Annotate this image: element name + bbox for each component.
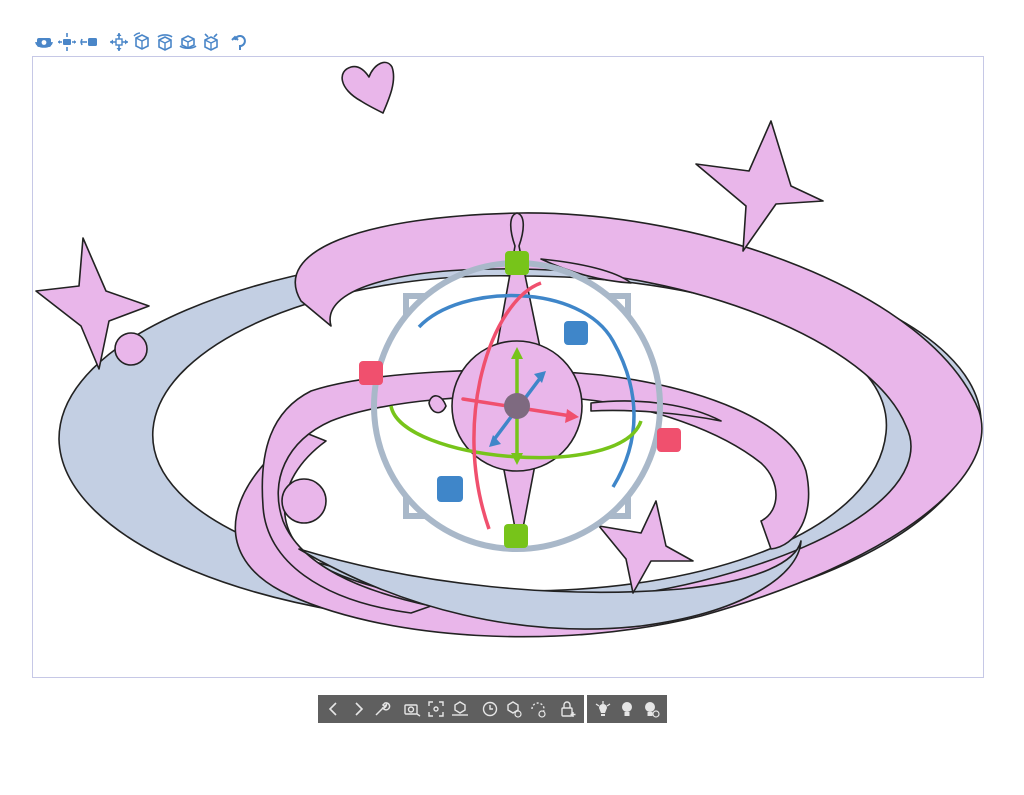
small-planet-mid	[281, 478, 327, 524]
next-icon[interactable]	[346, 697, 370, 721]
lock-icon[interactable]	[556, 697, 580, 721]
small-planet-left	[114, 332, 148, 366]
camera-dolly-icon[interactable]	[79, 31, 101, 53]
light-group	[587, 695, 667, 723]
star-top-right	[695, 120, 824, 252]
x-handle-left[interactable]	[359, 361, 383, 385]
object-launcher-toolbar	[33, 30, 252, 54]
light-source-icon[interactable]	[615, 697, 639, 721]
rotate-object-icon[interactable]	[131, 31, 153, 53]
orbit-object-icon[interactable]	[154, 31, 176, 53]
operation-group	[318, 695, 584, 723]
z-handle-top[interactable]	[564, 321, 588, 345]
light-settings-icon[interactable]	[639, 697, 663, 721]
undo-rotate-icon[interactable]	[229, 31, 251, 53]
object-operation-bar	[318, 695, 667, 723]
fit-view-icon[interactable]	[424, 697, 448, 721]
y-handle-bottom[interactable]	[504, 524, 528, 548]
move-object-icon[interactable]	[108, 31, 130, 53]
camera-pan-icon[interactable]	[56, 31, 78, 53]
reset-object-icon[interactable]	[502, 697, 526, 721]
gizmo-center[interactable]	[504, 393, 530, 419]
reset-pose-icon[interactable]	[478, 697, 502, 721]
drawing-canvas[interactable]	[32, 56, 984, 678]
heart-shape	[341, 61, 395, 114]
tilt-object-icon[interactable]	[177, 31, 199, 53]
camera-icon[interactable]	[400, 697, 424, 721]
light-icon[interactable]	[591, 697, 615, 721]
reset-rotation-icon[interactable]	[526, 697, 550, 721]
flip-object-icon[interactable]	[200, 31, 222, 53]
camera-rotate-icon[interactable]	[33, 31, 55, 53]
ground-icon[interactable]	[448, 697, 472, 721]
scene-layer	[35, 61, 983, 638]
wrench-icon[interactable]	[370, 697, 394, 721]
y-handle-top[interactable]	[505, 251, 529, 275]
z-handle-bottom[interactable]	[437, 476, 463, 502]
x-handle-right[interactable]	[657, 428, 681, 452]
prev-icon[interactable]	[322, 697, 346, 721]
